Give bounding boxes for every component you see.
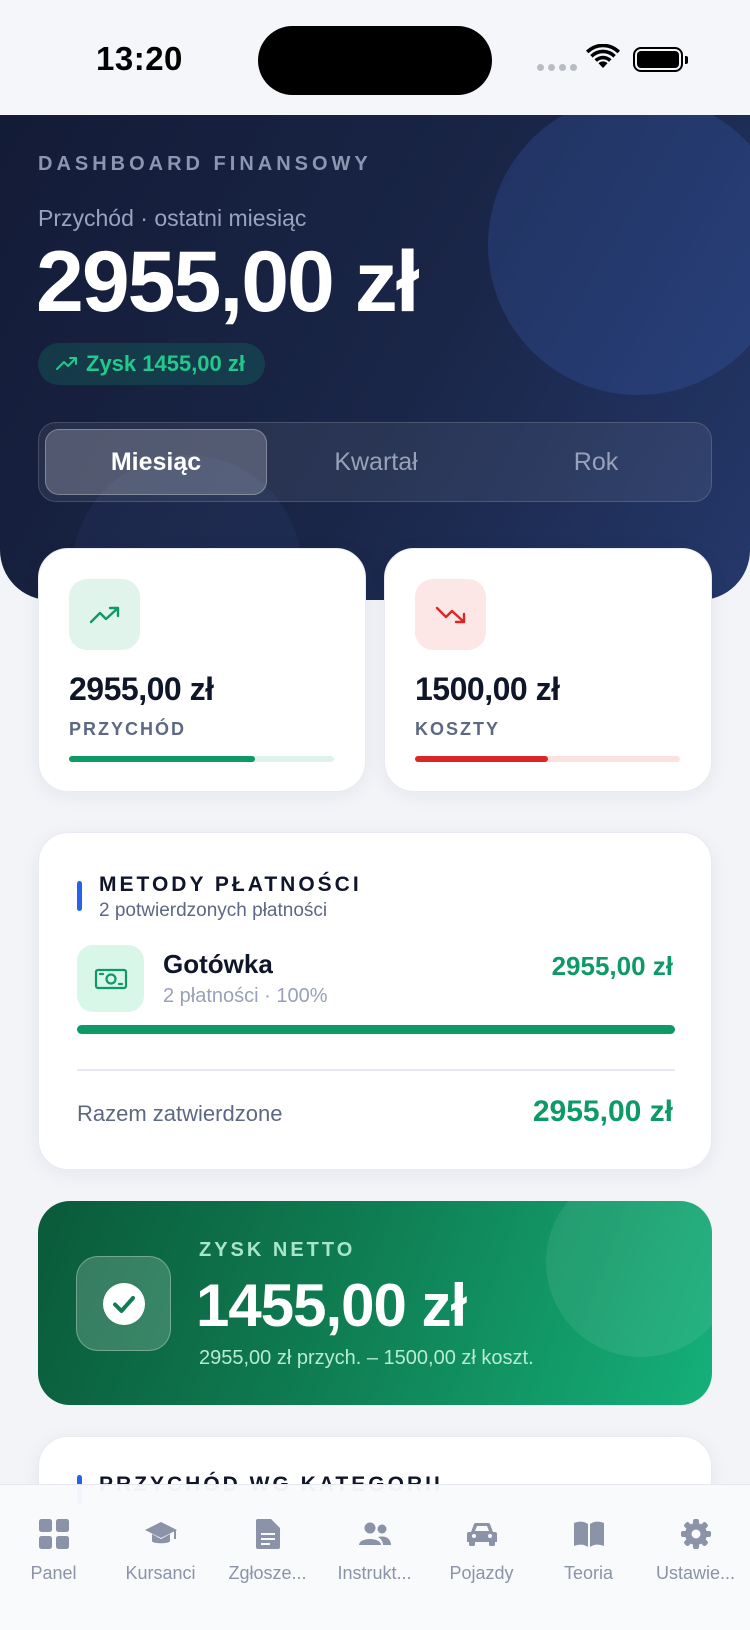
decor-circle: [488, 115, 750, 395]
tab-ustawienia[interactable]: Ustawie...: [642, 1515, 749, 1584]
gear-icon: [680, 1515, 712, 1553]
method-progress-fill: [77, 1025, 675, 1034]
graduation-cap-icon: [144, 1515, 178, 1553]
revenue-subtitle: Przychód · ostatni miesiąc: [38, 205, 307, 231]
wifi-icon: [586, 44, 620, 68]
tab-zgloszenia[interactable]: Zgłosze...: [214, 1515, 321, 1584]
method-meta: 2 płatności · 100%: [163, 985, 328, 1007]
net-profit-card: ZYSK NETTO 1455,00 zł 2955,00 zł przych.…: [38, 1201, 712, 1405]
tab-label: Panel: [30, 1563, 77, 1583]
check-circle-icon: [76, 1256, 171, 1351]
net-profit-breakdown: 2955,00 zł przych. – 1500,00 zł koszt.: [199, 1347, 534, 1369]
method-progress-track: [77, 1025, 675, 1034]
trending-down-icon: [435, 606, 465, 623]
tab-label: Kursanci: [125, 1563, 196, 1583]
method-value: 2955,00 zł: [551, 951, 673, 981]
tab-label: Teoria: [563, 1563, 614, 1583]
tab-label: Instrukt...: [337, 1563, 412, 1583]
net-profit-value: 1455,00 zł: [196, 1272, 467, 1339]
tab-label: Zgłosze...: [228, 1563, 307, 1583]
method-name: Gotówka: [163, 949, 273, 979]
tab-kursanci[interactable]: Kursanci: [107, 1515, 214, 1584]
status-bar: 13:20: [0, 0, 750, 115]
period-quarter-tab[interactable]: Kwartał: [265, 429, 487, 495]
tab-teoria[interactable]: Teoria: [535, 1515, 642, 1584]
costs-progress-track: [415, 756, 680, 762]
profit-badge-label: Zysk 1455,00 zł: [86, 351, 246, 376]
battery-icon: [633, 47, 688, 72]
hero-header: DASHBOARD FINANSOWY Przychód · ostatni m…: [0, 115, 750, 600]
cash-icon: [77, 945, 144, 1012]
section-accent-bar: [77, 881, 82, 911]
status-time: 13:20: [96, 40, 183, 77]
total-confirmed-value: 2955,00 zł: [532, 1095, 673, 1128]
dashboard-eyebrow: DASHBOARD FINANSOWY: [38, 153, 372, 175]
revenue-progress-track: [69, 756, 334, 762]
tab-bar: Panel Kursanci Zgłosze... Instrukt... Po…: [0, 1484, 750, 1630]
document-icon: [255, 1515, 281, 1553]
payment-methods-subtitle: 2 potwierdzonych płatności: [99, 900, 328, 921]
revenue-progress-fill: [69, 756, 255, 762]
tab-label: Pojazdy: [449, 1563, 514, 1583]
decor-circle: [546, 1201, 712, 1357]
net-profit-eyebrow: ZYSK NETTO: [199, 1239, 356, 1261]
signal-icon: [537, 64, 577, 71]
book-icon: [573, 1515, 605, 1553]
tab-panel[interactable]: Panel: [0, 1515, 107, 1584]
tab-label: Ustawie...: [655, 1563, 736, 1583]
revenue-icon-box: [69, 579, 140, 650]
total-confirmed-label: Razem zatwierdzone: [77, 1101, 283, 1126]
revenue-value: 2955,00 zł: [69, 671, 214, 707]
costs-value: 1500,00 zł: [415, 671, 560, 707]
tab-pojazdy[interactable]: Pojazdy: [428, 1515, 535, 1584]
car-icon: [466, 1515, 498, 1553]
payment-methods-title: METODY PŁATNOŚCI: [99, 873, 362, 896]
revenue-label: PRZYCHÓD: [69, 719, 187, 739]
trending-up-icon: [56, 357, 77, 370]
revenue-amount: 2955,00 zł: [36, 234, 420, 330]
costs-progress-fill: [415, 756, 548, 762]
payment-methods-card: METODY PŁATNOŚCI 2 potwierdzonych płatno…: [38, 832, 712, 1170]
costs-label: KOSZTY: [415, 719, 501, 739]
costs-icon-box: [415, 579, 486, 650]
revenue-card[interactable]: 2955,00 zł PRZYCHÓD: [38, 548, 366, 792]
tab-instruktorzy[interactable]: Instrukt...: [321, 1515, 428, 1584]
period-year-tab[interactable]: Rok: [485, 429, 707, 495]
dynamic-island: [258, 26, 492, 95]
period-selector: Miesiąc Kwartał Rok: [38, 422, 712, 502]
costs-card[interactable]: 1500,00 zł KOSZTY: [384, 548, 712, 792]
trending-up-icon: [89, 606, 119, 623]
divider: [77, 1069, 675, 1071]
people-icon: [358, 1515, 392, 1553]
profit-badge: Zysk 1455,00 zł: [38, 343, 266, 385]
grid-icon: [38, 1515, 70, 1553]
period-month-tab[interactable]: Miesiąc: [45, 429, 267, 495]
